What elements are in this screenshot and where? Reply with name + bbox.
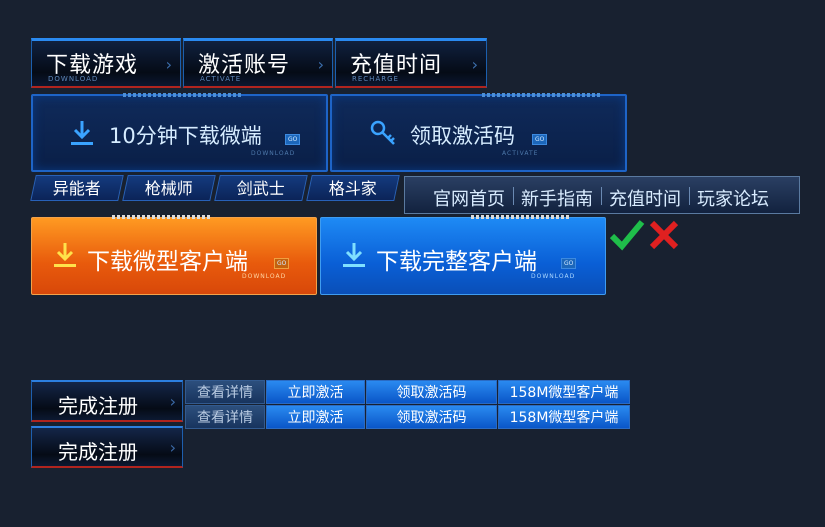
class-tab-label: 格斗家	[328, 179, 377, 198]
button-label: 完成注册	[58, 394, 138, 418]
chevron-right-icon: ›	[169, 392, 176, 411]
activate-now-button[interactable]: 立即激活	[266, 380, 365, 404]
go-badge: GO	[532, 134, 548, 145]
button-subtitle: DOWNLOAD	[531, 273, 576, 280]
activate-now-button[interactable]: 立即激活	[266, 405, 365, 429]
class-tab-2[interactable]: 枪械师	[122, 175, 216, 201]
nav-item-guide[interactable]: 新手指南	[521, 185, 593, 211]
complete-registration-button[interactable]: 完成注册 ›	[31, 380, 183, 422]
class-tab-4[interactable]: 格斗家	[306, 175, 400, 201]
class-tab-label: 异能者	[52, 179, 101, 198]
panel-label: 10分钟下载微端	[109, 124, 262, 148]
chevron-right-icon: ›	[165, 55, 172, 74]
tab-subtitle: RECHARGE	[352, 75, 399, 83]
go-badge: GO	[561, 258, 577, 269]
tab-subtitle: ACTIVATE	[200, 75, 242, 83]
view-details-button[interactable]: 查看详情	[185, 380, 265, 404]
micro-client-button[interactable]: 158M微型客户端	[498, 405, 630, 429]
chevron-right-icon: ›	[169, 438, 176, 457]
download-icon	[71, 121, 93, 145]
nav-bar: 官网首页 新手指南 充值时间 玩家论坛	[404, 176, 800, 214]
view-details-button[interactable]: 查看详情	[185, 405, 265, 429]
nav-item-recharge[interactable]: 充值时间	[609, 185, 681, 211]
chevron-right-icon: ›	[471, 55, 478, 74]
tab-recharge[interactable]: 充值时间 RECHARGE ›	[335, 38, 487, 88]
button-label: 下载完整客户端	[376, 249, 537, 275]
claim-activation-code-panel[interactable]: 领取激活码 GO ACTIVATE	[330, 93, 627, 172]
nav-item-home[interactable]: 官网首页	[433, 185, 505, 211]
panel-label: 领取激活码	[410, 124, 515, 148]
claim-code-button[interactable]: 领取激活码	[366, 405, 497, 429]
download-micro-client-panel[interactable]: 10分钟下载微端 GO DOWNLOAD	[31, 93, 328, 172]
download-micro-client-button[interactable]: 下载微型客户端 GO DOWNLOAD	[31, 215, 317, 295]
go-badge: GO	[285, 134, 301, 145]
close-icon[interactable]	[648, 220, 680, 250]
class-tab-3[interactable]: 剑武士	[214, 175, 308, 201]
button-label: 下载微型客户端	[87, 249, 248, 275]
tab-subtitle: DOWNLOAD	[48, 75, 99, 83]
class-tab-label: 剑武士	[236, 179, 285, 198]
panel-subtitle: ACTIVATE	[502, 150, 539, 157]
tab-activate-account[interactable]: 激活账号 ACTIVATE ›	[183, 38, 333, 88]
panel-subtitle: DOWNLOAD	[251, 150, 296, 157]
go-badge: GO	[274, 258, 290, 269]
download-full-client-button[interactable]: 下载完整客户端 GO DOWNLOAD	[320, 215, 606, 295]
check-icon[interactable]	[609, 218, 645, 252]
download-icon	[343, 243, 365, 267]
class-tab-label: 枪械师	[144, 179, 193, 198]
complete-registration-button[interactable]: 完成注册 ›	[31, 426, 183, 468]
tab-download-game[interactable]: 下载游戏 DOWNLOAD ›	[31, 38, 181, 88]
claim-code-button[interactable]: 领取激活码	[366, 380, 497, 404]
nav-item-forum[interactable]: 玩家论坛	[697, 185, 769, 211]
class-tab-1[interactable]: 异能者	[30, 175, 124, 201]
download-icon	[54, 243, 76, 267]
key-icon	[370, 120, 395, 145]
chevron-right-icon: ›	[317, 55, 324, 74]
button-label: 完成注册	[58, 440, 138, 464]
micro-client-button[interactable]: 158M微型客户端	[498, 380, 630, 404]
button-subtitle: DOWNLOAD	[242, 273, 287, 280]
